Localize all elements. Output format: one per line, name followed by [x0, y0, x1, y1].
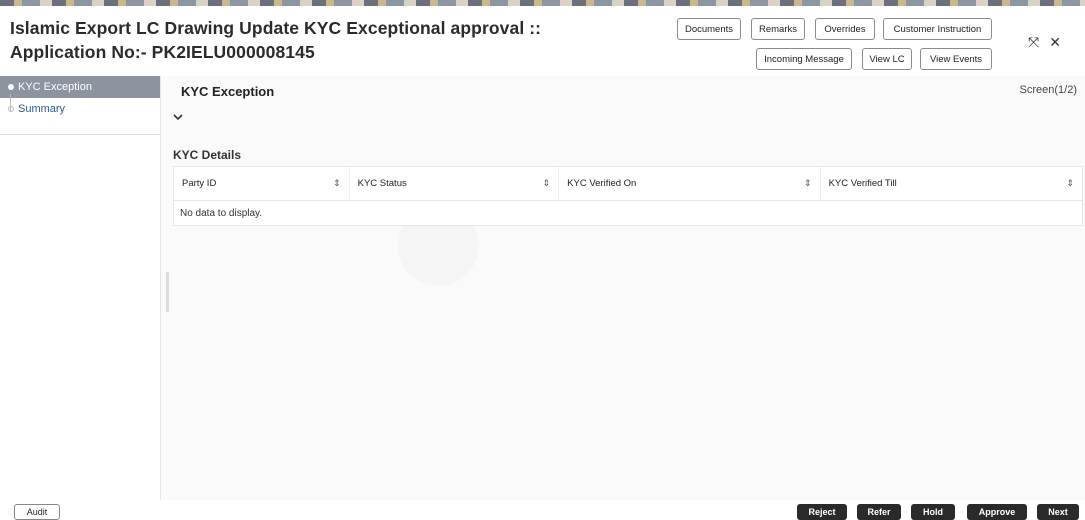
column-header-party-id[interactable]: Party ID ⇕ [174, 167, 350, 200]
column-label: KYC Verified Till [828, 178, 897, 189]
column-header-kyc-verified-till[interactable]: KYC Verified Till ⇕ [821, 167, 1082, 200]
view-events-button[interactable]: View Events [920, 48, 992, 70]
active-dot-icon [8, 84, 14, 90]
chevron-down-icon[interactable] [173, 110, 183, 124]
panel-splitter[interactable] [166, 272, 169, 312]
incoming-message-button[interactable]: Incoming Message [756, 48, 852, 70]
column-label: Party ID [182, 178, 217, 189]
sort-icon[interactable]: ⇕ [1066, 178, 1074, 189]
sidebar: KYC Exception Summary [0, 76, 161, 500]
section-title: KYC Exception [181, 84, 275, 99]
sidebar-item-label: Summary [18, 103, 66, 115]
documents-button[interactable]: Documents [677, 18, 741, 40]
screen-indicator: Screen(1/2) [1019, 84, 1077, 96]
table-header-row: Party ID ⇕ KYC Status ⇕ KYC Verified On … [174, 167, 1082, 201]
window-controls: ⤧ ✕ [1028, 34, 1061, 51]
overrides-button[interactable]: Overrides [815, 18, 875, 40]
footer-bar: Audit Reject Refer Hold Approve Next [0, 500, 1085, 520]
sidebar-divider [0, 134, 160, 135]
sidebar-item-label: KYC Exception [18, 81, 92, 93]
title-line-1: Islamic Export LC Drawing Update KYC Exc… [10, 18, 542, 38]
inactive-dot-icon [8, 106, 14, 112]
reject-button[interactable]: Reject [797, 504, 847, 520]
kyc-details-label: KYC Details [173, 148, 242, 162]
sidebar-item-summary[interactable]: Summary [0, 98, 160, 120]
sort-icon[interactable]: ⇕ [333, 178, 341, 189]
column-header-kyc-status[interactable]: KYC Status ⇕ [350, 167, 560, 200]
view-lc-button[interactable]: View LC [862, 48, 912, 70]
column-label: KYC Verified On [567, 178, 637, 189]
table-empty-message: No data to display. [180, 207, 263, 219]
column-label: KYC Status [357, 178, 407, 189]
window-title: Islamic Export LC Drawing Update KYC Exc… [10, 16, 610, 64]
sort-icon[interactable]: ⇕ [543, 178, 551, 189]
close-icon[interactable]: ✕ [1049, 34, 1061, 51]
next-button[interactable]: Next [1037, 504, 1079, 520]
sidebar-item-kyc-exception[interactable]: KYC Exception [0, 76, 160, 98]
window-header: Islamic Export LC Drawing Update KYC Exc… [0, 6, 1085, 74]
minimize-icon[interactable]: ⤧ [1028, 34, 1039, 51]
remarks-button[interactable]: Remarks [751, 18, 805, 40]
sidebar-connector-line [10, 94, 11, 112]
column-header-kyc-verified-on[interactable]: KYC Verified On ⇕ [559, 167, 821, 200]
title-line-2: Application No:- PK2IELU000008145 [10, 42, 315, 62]
audit-button[interactable]: Audit [14, 504, 60, 520]
customer-instruction-button[interactable]: Customer Instruction [883, 18, 992, 40]
refer-button[interactable]: Refer [857, 504, 901, 520]
sort-icon[interactable]: ⇕ [804, 178, 812, 189]
approve-button[interactable]: Approve [967, 504, 1027, 520]
hold-button[interactable]: Hold [911, 504, 955, 520]
main-content: KYC Exception Screen(1/2) KYC Details Pa… [161, 76, 1085, 500]
kyc-details-table: Party ID ⇕ KYC Status ⇕ KYC Verified On … [173, 166, 1083, 226]
